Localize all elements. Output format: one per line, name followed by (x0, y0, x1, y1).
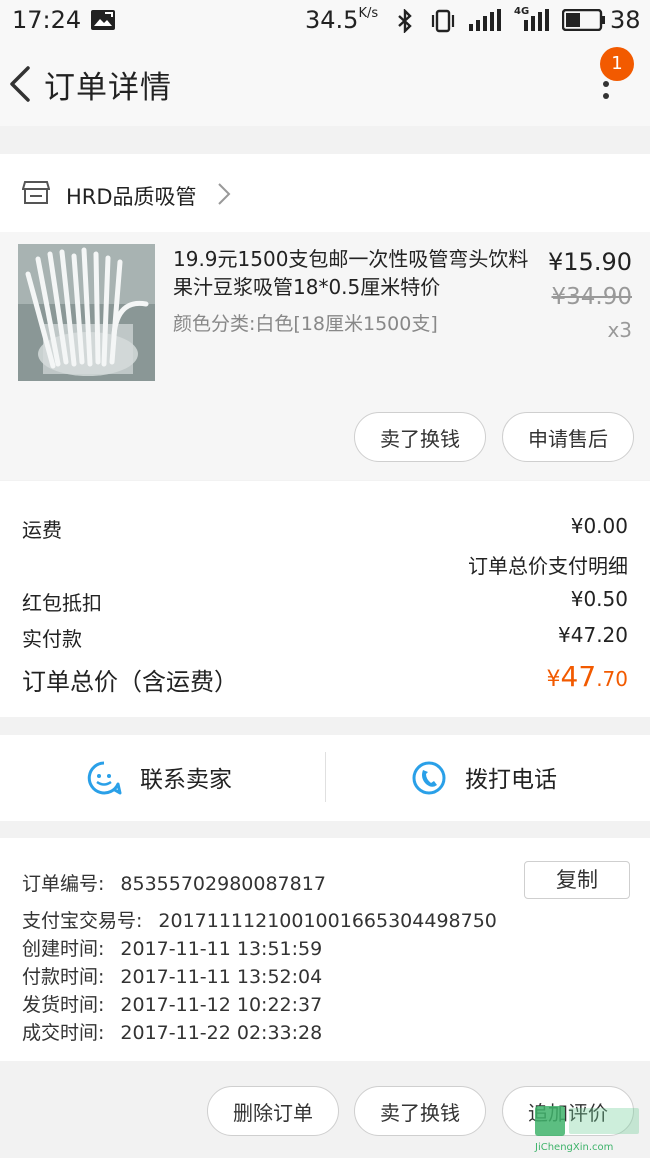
signal-icon (468, 8, 502, 36)
divider (325, 752, 326, 802)
phone-icon (411, 760, 447, 800)
contact-seller-button[interactable]: 联系卖家 (140, 760, 232, 794)
shop-name[interactable]: HRD品质吸管 (66, 181, 197, 211)
signal-4g-icon (516, 8, 550, 36)
shipping-value: ¥0.00 (570, 514, 628, 538)
back-arrow-icon[interactable] (6, 64, 36, 104)
product-quantity: x3 (607, 318, 632, 342)
paid-label: 实付款 (22, 627, 82, 651)
product-title[interactable]: 19.9元1500支包邮一次性吸管弯头饮料果汁豆浆吸管18*0.5厘米特价 (173, 245, 529, 301)
product-image[interactable] (18, 244, 155, 381)
order-number: 85355702980087817 (120, 873, 326, 895)
status-time: 17:24 (12, 6, 82, 34)
sell-button[interactable]: 卖了换钱 (354, 412, 486, 462)
image-notification-icon (90, 9, 116, 35)
watermark-logo: JiChengXin.com (533, 1104, 648, 1154)
page-title: 订单详情 (44, 70, 172, 106)
shipping-label: 运费 (22, 518, 62, 542)
paid-row: 付款时间: 2017-11-11 13:52:04 (22, 966, 323, 988)
aftersale-button[interactable]: 申请售后 (502, 412, 634, 462)
bluetooth-icon (396, 8, 414, 37)
network-speed: 34.5K/s (305, 6, 379, 34)
product-original-price: ¥34.90 (551, 284, 632, 310)
shop-icon (21, 178, 51, 206)
product-price: ¥15.90 (548, 248, 632, 276)
order-number-row: 订单编号: 85355702980087817 (22, 873, 326, 895)
chat-icon (86, 760, 122, 800)
call-phone-button[interactable]: 拨打电话 (465, 760, 557, 794)
total-dec: .70 (596, 667, 628, 691)
vibrate-icon (430, 8, 456, 38)
total-value: ¥47.70 (547, 660, 628, 693)
product-sku: 颜色分类:白色[18厘米1500支] (173, 313, 438, 335)
watermark-text: JiChengXin.com (534, 1142, 613, 1153)
alipay-row: 支付宝交易号: 2017111121001001665304498750 (22, 910, 497, 932)
alipay-number: 2017111121001001665304498750 (158, 910, 497, 932)
notification-badge[interactable]: 1 (600, 47, 634, 81)
redpacket-value: ¥0.50 (570, 587, 628, 611)
total-currency: ¥ (546, 667, 561, 692)
chevron-right-icon (216, 182, 232, 206)
shipped-row: 发货时间: 2017-11-12 10:22:37 (22, 994, 323, 1016)
app-header: 订单详情 (0, 42, 650, 126)
paid-value: ¥47.20 (558, 623, 628, 647)
delete-order-button[interactable]: 删除订单 (207, 1086, 339, 1136)
battery-level: 38 (610, 6, 641, 34)
total-label: 订单总价（含运费） (22, 668, 238, 696)
created-row: 创建时间: 2017-11-11 13:51:59 (22, 938, 323, 960)
done-row: 成交时间: 2017-11-22 02:33:28 (22, 1022, 323, 1044)
redpacket-label: 红包抵扣 (22, 591, 102, 615)
sell-again-button[interactable]: 卖了换钱 (354, 1086, 486, 1136)
copy-button[interactable]: 复制 (524, 861, 630, 899)
battery-icon (561, 8, 606, 35)
total-int: 47 (560, 660, 597, 693)
payment-detail-link[interactable]: 订单总价支付明细 (468, 550, 628, 579)
